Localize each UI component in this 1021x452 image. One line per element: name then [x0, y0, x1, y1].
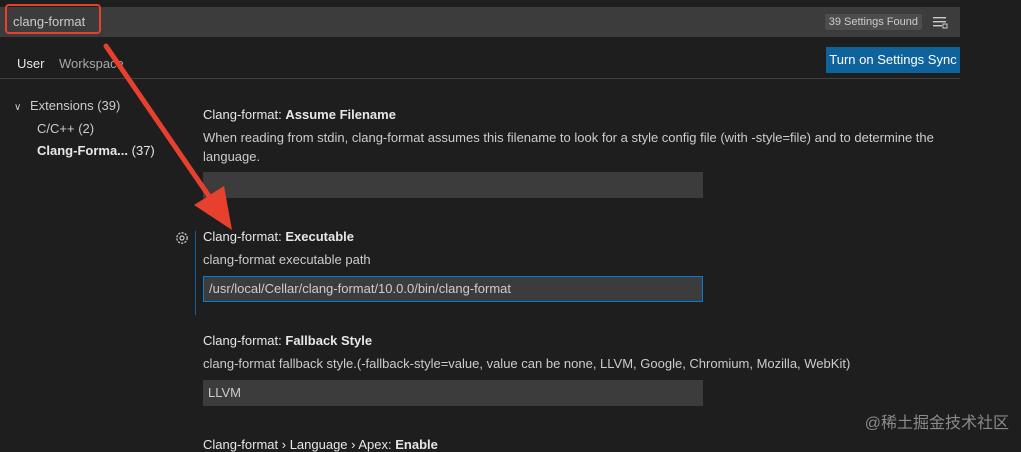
toc-item-cpp[interactable]: C/C++ (2): [37, 121, 94, 136]
tab-workspace[interactable]: Workspace: [59, 56, 124, 71]
assume-filename-input[interactable]: [203, 172, 703, 198]
setting-name: Assume Filename: [285, 107, 396, 122]
watermark: @稀土掘金技术社区: [864, 415, 1009, 432]
setting-title: Clang-format: Executable: [203, 229, 943, 244]
setting-name: Enable: [395, 437, 438, 452]
setting-name: Executable: [285, 229, 355, 244]
tab-user[interactable]: User: [17, 56, 44, 71]
setting-assume-filename: Clang-format: Assume Filename When readi…: [203, 107, 943, 198]
setting-category: Clang-format:: [203, 229, 286, 244]
toc-cpp-label: C/C++: [37, 121, 75, 136]
setting-category: Clang-format:: [203, 107, 286, 122]
setting-title: Clang-format: Assume Filename: [203, 107, 943, 122]
search-highlight-box: [5, 4, 101, 34]
toc-extensions-count: (39): [97, 98, 121, 113]
setting-fallback-style: Clang-format: Fallback Style clang-forma…: [203, 333, 943, 406]
filter-icon[interactable]: [932, 15, 948, 29]
setting-name: Fallback Style: [285, 333, 373, 348]
tabs-divider: [0, 78, 960, 79]
setting-category: Clang-format:: [203, 333, 286, 348]
gear-icon[interactable]: [174, 230, 190, 246]
settings-search-bar[interactable]: clang-format 39 Settings Found: [0, 7, 960, 37]
toc-clang-count: (37): [131, 143, 155, 158]
fallback-style-input[interactable]: LLVM: [203, 380, 703, 406]
toc-extensions-label: Extensions: [30, 98, 94, 113]
settings-count-badge: 39 Settings Found: [824, 14, 922, 30]
turn-on-settings-sync-button[interactable]: Turn on Settings Sync: [826, 47, 960, 73]
chevron-down-icon: ∨: [14, 102, 22, 113]
executable-path-input[interactable]: /usr/local/Cellar/clang-format/10.0.0/bi…: [203, 276, 703, 302]
setting-description: clang-format fallback style.(-fallback-s…: [203, 356, 851, 371]
toc-item-extensions[interactable]: ∨ Extensions (39): [14, 98, 120, 113]
setting-apex-enable: Clang-format › Language › Apex: Enable: [203, 437, 943, 452]
setting-title: Clang-format: Fallback Style: [203, 333, 943, 348]
settings-scope-tabs: User Workspace: [0, 48, 960, 79]
setting-description: clang-format executable path: [203, 252, 371, 267]
focused-setting-indicator: [195, 231, 196, 315]
setting-executable: Clang-format: Executable clang-format ex…: [203, 229, 943, 302]
toc-clang-label: Clang-Forma...: [37, 143, 129, 158]
setting-category: Clang-format › Language › Apex:: [203, 437, 396, 452]
toc-cpp-count: (2): [78, 121, 95, 136]
setting-description: When reading from stdin, clang-format as…: [203, 130, 934, 164]
setting-title: Clang-format › Language › Apex: Enable: [203, 437, 943, 452]
toc-item-clang-format[interactable]: Clang-Forma... (37): [37, 143, 155, 158]
